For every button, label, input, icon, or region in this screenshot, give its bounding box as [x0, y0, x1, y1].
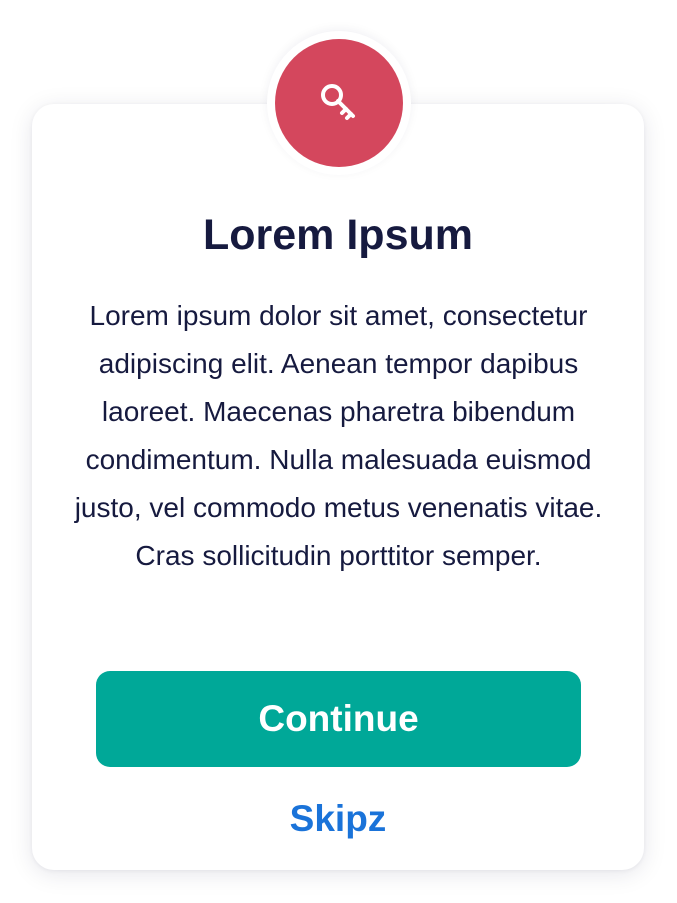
icon-badge	[275, 39, 403, 167]
skip-link[interactable]: Skipz	[32, 795, 644, 843]
continue-button[interactable]: Continue	[96, 671, 581, 767]
dialog-title: Lorem Ipsum	[203, 211, 473, 259]
key-icon	[315, 79, 363, 127]
screen: Lorem Ipsum Lorem ipsum dolor sit amet, …	[0, 0, 677, 903]
dialog-message: Lorem ipsum dolor sit amet, consectetur …	[74, 300, 603, 571]
